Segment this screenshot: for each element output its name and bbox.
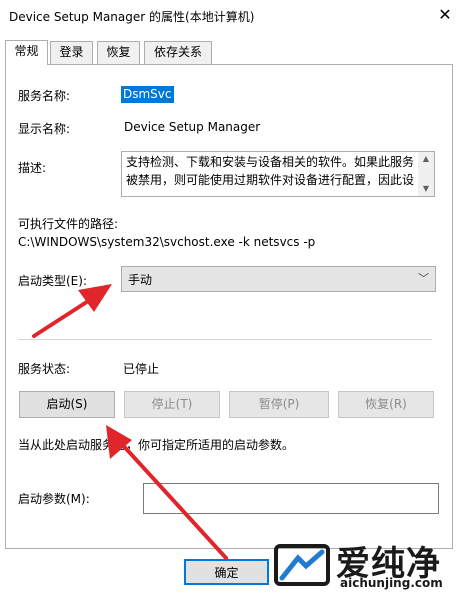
description-label: 描述: [18, 161, 47, 175]
resume-button[interactable]: 恢复(R) [338, 391, 434, 418]
watermark-logo-icon [274, 544, 330, 586]
tab-recovery[interactable]: 恢复 [97, 41, 140, 64]
description-scrollbar[interactable]: ▲ ▼ [418, 152, 434, 196]
tab-general[interactable]: 常规 [5, 40, 48, 65]
startup-type-select[interactable]: 手动 ﹀ [121, 266, 436, 292]
display-name-label: 显示名称: [18, 122, 71, 136]
tab-logon[interactable]: 登录 [50, 41, 93, 64]
scroll-down-icon[interactable]: ▼ [418, 182, 434, 196]
start-params-input[interactable] [143, 483, 439, 514]
startup-type-label: 启动类型(E): [18, 274, 87, 288]
service-status-label: 服务状态: [18, 362, 71, 376]
start-button[interactable]: 启动(S) [19, 391, 115, 418]
description-text: 支持检测、下载和安装与设备相关的软件。如果此服务 被禁用，则可能使用过期软件对设… [126, 155, 415, 187]
general-tab-panel [5, 64, 453, 549]
scroll-up-icon[interactable]: ▲ [418, 152, 434, 166]
title-bar: Device Setup Manager 的属性(本地计算机) ✕ [0, 0, 466, 32]
pause-button[interactable]: 暂停(P) [229, 391, 329, 418]
service-name-label: 服务名称: [18, 89, 71, 103]
start-params-label: 启动参数(M): [18, 492, 90, 506]
tab-dependencies[interactable]: 依存关系 [144, 41, 212, 64]
close-icon[interactable]: ✕ [433, 4, 457, 26]
description-box[interactable]: 支持检测、下载和安装与设备相关的软件。如果此服务 被禁用，则可能使用过期软件对设… [121, 151, 435, 197]
exe-path-label: 可执行文件的路径: [18, 217, 119, 231]
startup-type-value: 手动 [128, 273, 153, 287]
service-status-value: 已停止 [123, 362, 160, 376]
watermark-url: aichunjing.com [340, 576, 443, 590]
service-name-value[interactable]: DsmSvc [121, 86, 174, 103]
divider [18, 339, 432, 340]
start-params-hint: 当从此处启动服务时，你可指定所适用的启动参数。 [18, 438, 295, 452]
stop-button[interactable]: 停止(T) [124, 391, 220, 418]
exe-path-value: C:\WINDOWS\system32\svchost.exe -k netsv… [18, 235, 316, 249]
window-title: Device Setup Manager 的属性(本地计算机) [9, 10, 255, 24]
chevron-down-icon: ﹀ [418, 272, 429, 285]
display-name-value[interactable]: Device Setup Manager [124, 120, 260, 134]
ok-button[interactable]: 确定 [184, 559, 269, 585]
